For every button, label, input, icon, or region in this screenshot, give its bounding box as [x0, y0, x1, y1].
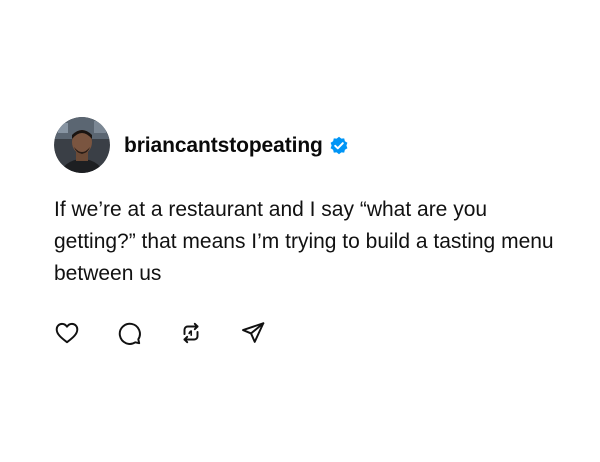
- like-button[interactable]: [54, 320, 80, 346]
- share-button[interactable]: [240, 320, 266, 346]
- comment-icon: [118, 322, 141, 345]
- post-header: briancantstopeating: [54, 116, 554, 174]
- comment-button[interactable]: [116, 320, 142, 346]
- repost-button[interactable]: [178, 320, 204, 346]
- heart-icon: [55, 322, 79, 344]
- avatar[interactable]: [54, 117, 110, 173]
- verified-badge-icon: [329, 136, 349, 156]
- action-bar: [54, 318, 554, 348]
- post-text: If we’re at a restaurant and I say “what…: [54, 198, 560, 285]
- username-row: briancantstopeating: [124, 134, 349, 158]
- username[interactable]: briancantstopeating: [124, 134, 323, 158]
- post-card: briancantstopeating If we’re at a restau…: [54, 116, 554, 348]
- repost-icon: [183, 322, 199, 344]
- send-icon: [242, 322, 265, 343]
- avatar-image: [54, 117, 110, 173]
